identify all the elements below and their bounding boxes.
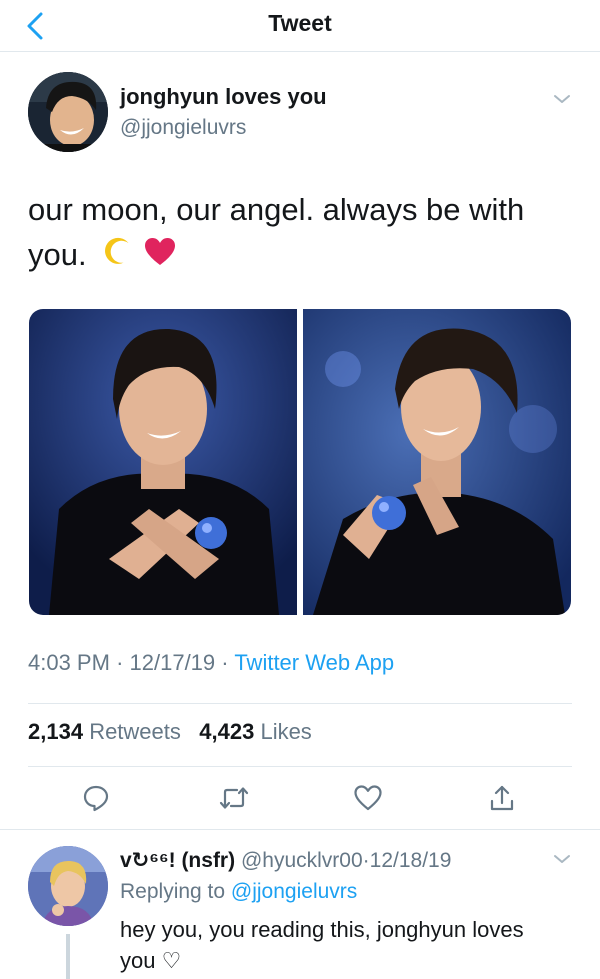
tweet-actions	[0, 778, 600, 818]
meta-separator: ·	[221, 650, 229, 675]
tweet-time: 4:03 PM	[28, 650, 110, 675]
tweet-photo-1[interactable]	[29, 309, 297, 615]
tweet-stats: 2,134 Retweets 4,423 Likes	[28, 719, 312, 745]
reply-text: hey you, you reading this, jonghyun love…	[120, 917, 524, 973]
likes-label: Likes	[260, 719, 312, 744]
retweets-label: Retweets	[89, 719, 181, 744]
reply-date: 12/18/19	[369, 849, 452, 872]
retweets-stat[interactable]: 2,134 Retweets	[28, 719, 187, 744]
replying-label: Replying to	[120, 880, 226, 903]
replying-to-link[interactable]: @jjongieluvrs	[231, 880, 357, 903]
divider	[28, 766, 572, 767]
tweet-text: our moon, our angel. always be with you.	[28, 187, 572, 279]
author-avatar[interactable]	[28, 72, 108, 152]
reply-author-name[interactable]: v↻⁶⁶! (nsfr)	[120, 849, 235, 872]
red-heart-icon	[144, 234, 176, 279]
tweet-media[interactable]	[29, 309, 571, 615]
tweet-date: 12/17/19	[129, 650, 216, 675]
top-nav-bar: Tweet	[0, 0, 600, 52]
crescent-moon-icon	[99, 234, 131, 279]
author-name[interactable]: jonghyun loves you	[120, 84, 327, 110]
thread-line	[66, 934, 70, 979]
tweet-author: jonghyun loves you @jjongieluvrs	[28, 72, 572, 154]
like-icon[interactable]	[348, 778, 388, 818]
retweets-count: 2,134	[28, 719, 84, 744]
likes-count: 4,423	[199, 719, 255, 744]
author-handle[interactable]: @jjongieluvrs	[120, 116, 246, 140]
reply-header: v↻⁶⁶! (nsfr) @hyucklvr00·12/18/19	[120, 848, 451, 873]
retweet-icon[interactable]	[214, 778, 254, 818]
share-icon[interactable]	[482, 778, 522, 818]
tweet-photo-2[interactable]	[303, 309, 571, 615]
divider	[28, 703, 572, 704]
reply-icon[interactable]	[76, 778, 116, 818]
page-title: Tweet	[268, 10, 332, 36]
chevron-down-icon[interactable]	[552, 852, 572, 866]
reply-avatar[interactable]	[28, 846, 108, 926]
replying-to: Replying to @jjongieluvrs	[120, 880, 357, 904]
likes-stat[interactable]: 4,423 Likes	[199, 719, 312, 744]
reply-author-handle[interactable]: @hyucklvr00	[241, 849, 363, 872]
meta-separator: ·	[116, 650, 124, 675]
tweet-timestamp: 4:03 PM · 12/17/19 · Twitter Web App	[28, 650, 394, 676]
meta-separator: ·	[362, 849, 370, 872]
reply-tweet[interactable]: v↻⁶⁶! (nsfr) @hyucklvr00·12/18/19 Replyi…	[0, 830, 600, 979]
tweet-source-link[interactable]: Twitter Web App	[234, 650, 394, 675]
chevron-down-icon[interactable]	[552, 92, 572, 106]
